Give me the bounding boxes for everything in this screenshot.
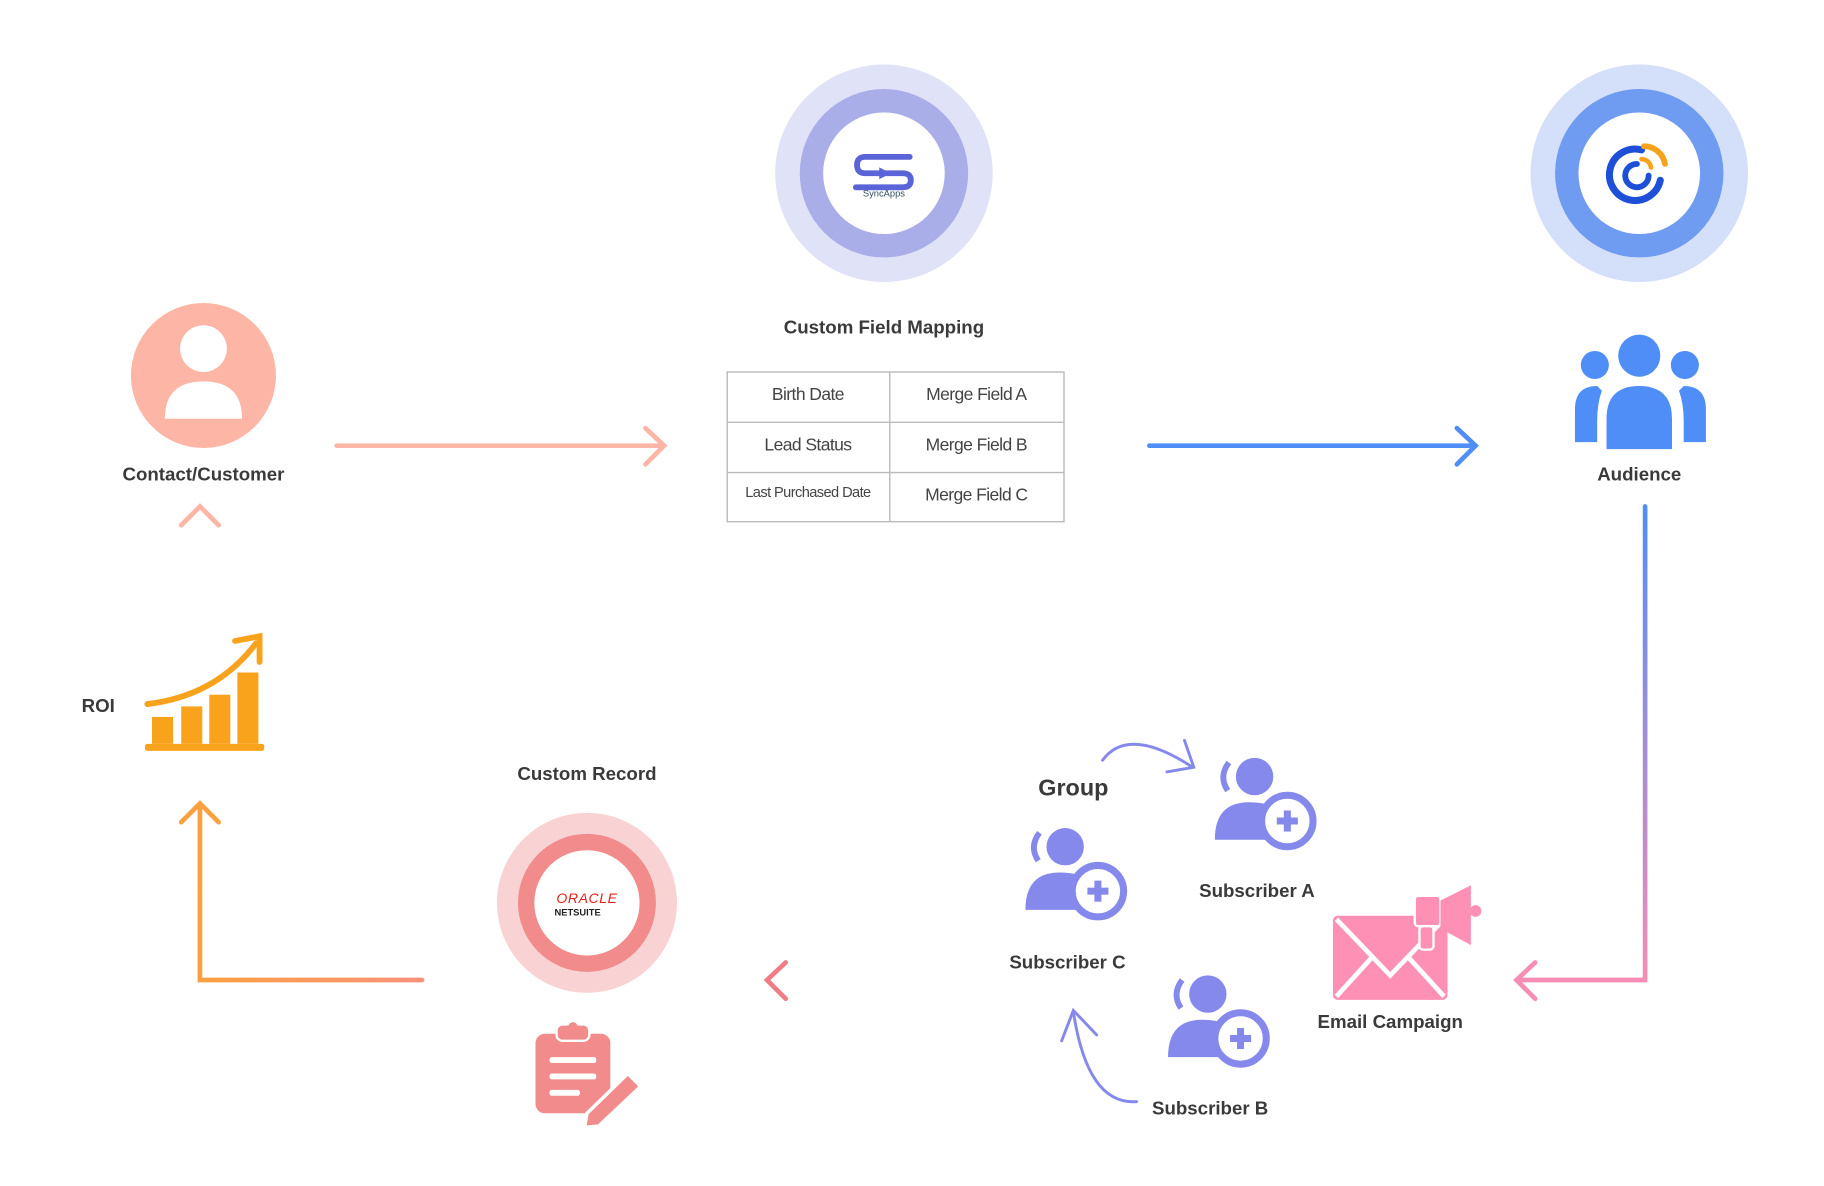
- user-circle-icon: [130, 303, 276, 449]
- roi-label: ROI: [82, 695, 115, 716]
- campaign-monitor-logo: [1530, 64, 1748, 282]
- arrow-audience-to-email: [1513, 504, 1648, 1002]
- table-cell-target: Merge Field C: [925, 485, 1027, 505]
- audience-label: Audience: [1597, 464, 1681, 485]
- syncapps-logo: SyncApps: [775, 64, 993, 282]
- netsuite-logo: ORACLE NETSUITE: [496, 812, 677, 993]
- arrow-roi-to-contact: [178, 503, 221, 631]
- group-label: Group: [1038, 774, 1108, 800]
- clipboard-edit-icon: [535, 1022, 644, 1130]
- subscriber-c-label: Subscriber C: [1009, 951, 1125, 972]
- contact-label: Contact/Customer: [122, 464, 284, 485]
- table-cell-target: Merge Field A: [926, 384, 1027, 404]
- audience-node: Audience: [1574, 334, 1706, 485]
- custom-record-label: Custom Record: [517, 763, 656, 784]
- user-add-icon: [1214, 757, 1317, 851]
- user-add-icon: [1025, 828, 1128, 921]
- user-add-icon: [1168, 975, 1270, 1068]
- arrow-group-to-record: [763, 960, 900, 1002]
- curved-arrow-group-to-a: [1101, 738, 1196, 774]
- oracle-wordmark: ORACLE: [556, 890, 617, 906]
- users-group-icon: [1574, 334, 1706, 450]
- workflow-diagram: Contact/Customer SyncApps Custom Field M…: [82, 64, 1748, 1130]
- subscriber-a: Subscriber A: [1199, 757, 1317, 901]
- syncapps-wordmark: SyncApps: [863, 189, 905, 199]
- table-cell-source: Birth Date: [772, 384, 844, 404]
- table-cell-source: Last Purchased Date: [745, 485, 871, 501]
- mapping-title: Custom Field Mapping: [784, 316, 984, 337]
- subscriber-b-label: Subscriber B: [1152, 1097, 1268, 1118]
- table-cell-target: Merge Field B: [926, 434, 1027, 454]
- subscriber-a-label: Subscriber A: [1199, 880, 1315, 901]
- email-campaign-node: Email Campaign: [1318, 885, 1482, 1032]
- mapping-table: Birth Date Merge Field A Lead Status Mer…: [726, 371, 1065, 523]
- contact-node: Contact/Customer: [122, 303, 284, 485]
- arrow-record-to-roi: [178, 800, 425, 983]
- netsuite-wordmark: NETSUITE: [554, 908, 600, 918]
- table-cell-source: Lead Status: [764, 434, 852, 454]
- curved-arrow-b-to-c: [1060, 1007, 1138, 1104]
- growth-chart-icon: [144, 632, 265, 751]
- subscriber-b: Subscriber B: [1152, 975, 1270, 1118]
- envelope-megaphone-icon: [1332, 885, 1482, 1000]
- subscriber-c: Subscriber C: [1009, 828, 1128, 972]
- email-campaign-label: Email Campaign: [1318, 1011, 1463, 1032]
- arrow-contact-to-mapping: [334, 425, 668, 467]
- arrow-mapping-to-audience: [1147, 425, 1479, 467]
